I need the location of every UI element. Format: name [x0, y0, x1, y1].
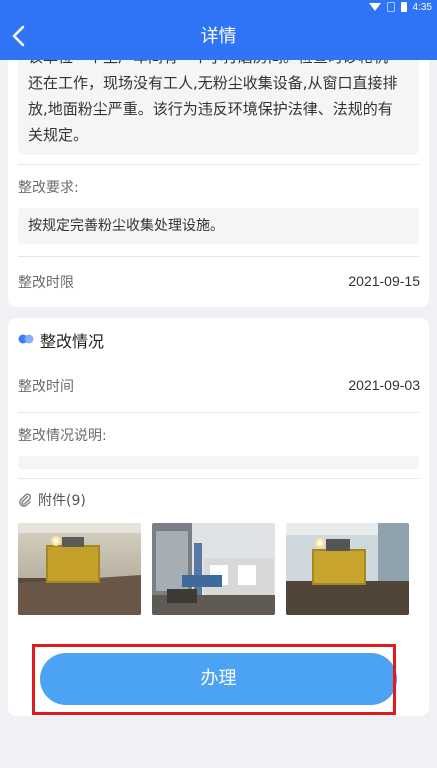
deadline-value: 2021-09-15 — [348, 273, 420, 289]
divider — [18, 256, 419, 257]
description-line: 放,地面粉尘严重。该行为违反环境保护法律、法规的有 — [28, 100, 393, 118]
wifi-icon — [368, 3, 381, 11]
page-title: 详情 — [200, 26, 237, 47]
attachments-label: 附件(9) — [38, 493, 86, 509]
no-sim-icon — [386, 2, 395, 12]
rectify-explain-label: 整改情况说明: — [18, 428, 107, 444]
handle-button[interactable]: 办理 — [40, 653, 397, 705]
section-dots-icon — [18, 334, 34, 344]
attachment-thumbnail[interactable] — [286, 523, 409, 615]
problem-card: 该单位一个生产车间有一个小打磨房间。检查时砂轮机 还在工作，现场没有工人,无粉尘… — [8, 60, 429, 307]
description-line: 还在工作，现场没有工人,无粉尘收集设备,从窗口直接排 — [28, 74, 398, 92]
status-time: 4:35 — [412, 1, 432, 13]
status-bar: 4:35 — [0, 0, 437, 14]
description-box: 该单位一个生产车间有一个小打磨房间。检查时砂轮机 还在工作，现场没有工人,无粉尘… — [18, 60, 419, 155]
divider — [18, 164, 419, 165]
paperclip-icon — [19, 493, 31, 507]
description-line: 关规定。 — [28, 126, 89, 144]
attachment-thumbnail[interactable] — [152, 523, 275, 615]
section-title: 整改情况 — [40, 332, 105, 351]
deadline-label: 整改时限 — [18, 275, 74, 291]
divider — [18, 478, 419, 479]
description-line: 该单位一个生产车间有一个小打磨房间。检查时砂轮机 — [28, 60, 409, 70]
rectify-time-label: 整改时间 — [18, 379, 74, 395]
battery-icon — [400, 2, 407, 12]
requirement-box: 按规定完善粉尘收集处理设施。 — [18, 208, 419, 244]
explain-box — [18, 456, 419, 469]
description-text: 该单位一个生产车间有一个小打磨房间。检查时砂轮机 还在工作，现场没有工人,无粉尘… — [28, 60, 409, 148]
divider — [18, 412, 419, 413]
app-bar: 详情 — [0, 14, 437, 60]
rectify-time-value: 2021-09-03 — [348, 377, 420, 393]
attachment-thumbnail[interactable] — [18, 523, 141, 615]
requirement-text: 按规定完善粉尘收集处理设施。 — [28, 218, 224, 234]
requirement-label: 整改要求: — [18, 180, 79, 196]
